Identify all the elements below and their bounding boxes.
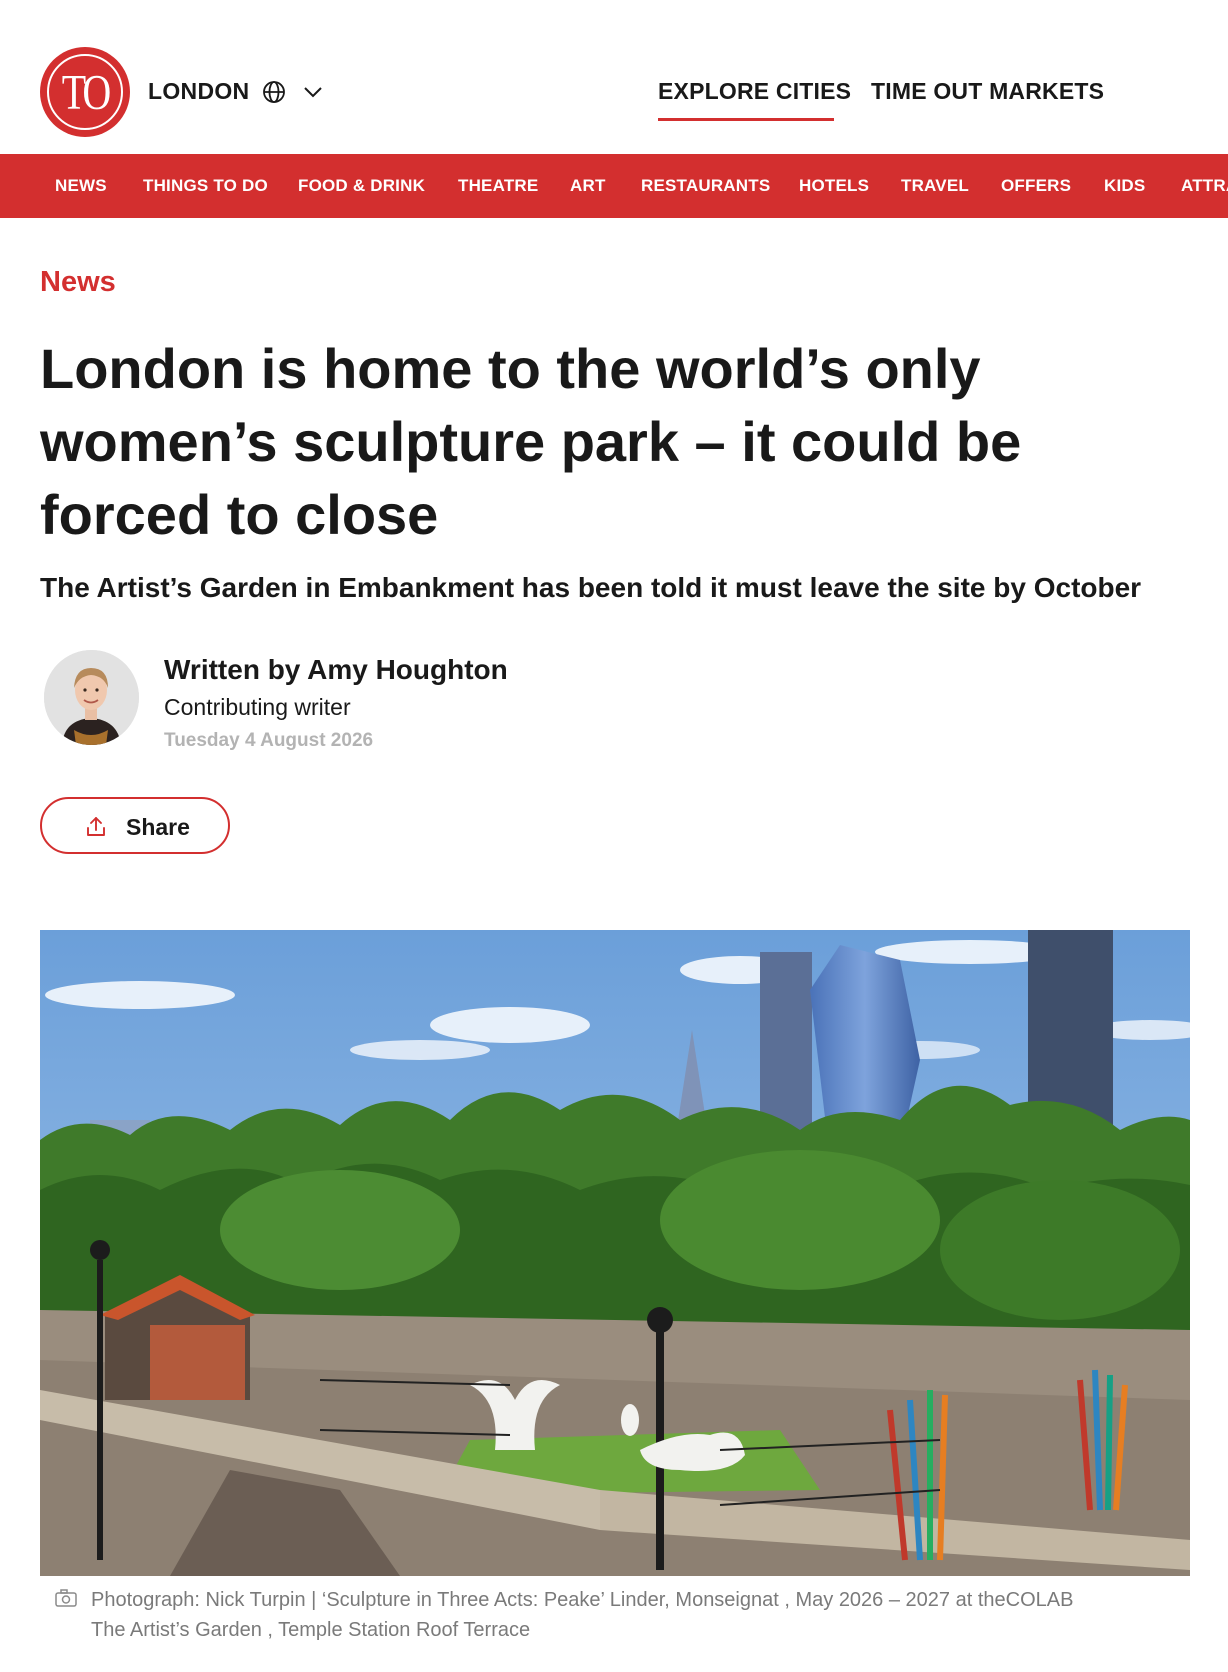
active-nav-underline — [658, 118, 834, 121]
nav-item-kids[interactable]: KIDS — [1104, 176, 1145, 196]
nav-item-food-drink[interactable]: FOOD & DRINK — [298, 176, 425, 196]
nav-time-out-markets[interactable]: TIME OUT MARKETS — [871, 78, 1104, 105]
author-role: Contributing writer — [164, 694, 351, 720]
logo-text: TO — [61, 63, 112, 120]
nav-item-attractions[interactable]: ATTRACTIONS — [1181, 176, 1228, 196]
nav-item-news[interactable]: NEWS — [55, 176, 107, 196]
share-icon — [87, 817, 105, 836]
nav-item-hotels[interactable]: HOTELS — [799, 176, 869, 196]
author-portrait — [44, 650, 139, 745]
share-button[interactable]: Share — [40, 797, 230, 854]
caption-line-1: Photograph: Nick Turpin | ‘Sculpture in … — [91, 1589, 1074, 1611]
nav-item-travel[interactable]: TRAVEL — [901, 176, 969, 196]
camera-icon — [55, 1589, 77, 1607]
section-link[interactable]: News — [40, 266, 116, 299]
author-byline[interactable]: Written by Amy Houghton — [164, 654, 508, 686]
caption-line-2: The Artist’s Garden , Temple Station Roo… — [91, 1619, 531, 1641]
author-avatar[interactable] — [44, 650, 139, 745]
publish-date: Tuesday 4 August 2026 — [164, 730, 374, 751]
photo-caption: Photograph: Nick Turpin | ‘Sculpture in … — [91, 1585, 1191, 1645]
time-out-logo[interactable]: TO — [40, 47, 130, 137]
nav-explore-cities[interactable]: EXPLORE CITIES — [658, 78, 851, 105]
globe-icon[interactable] — [262, 80, 286, 104]
hero-photo — [40, 930, 1190, 1576]
article-headline: London is home to the world’s only women… — [40, 337, 1022, 546]
nav-item-offers[interactable]: OFFERS — [1001, 176, 1071, 196]
share-label: Share — [126, 814, 190, 840]
nav-item-things-to-do[interactable]: THINGS TO DO — [143, 176, 268, 196]
chevron-down-icon[interactable] — [302, 82, 324, 102]
site-header: TO LONDON EXPLORE CITIES TIME OUT MARKET… — [0, 0, 1228, 154]
nav-item-restaurants[interactable]: RESTAURANTS — [641, 176, 770, 196]
sculpture-garden-scene — [40, 930, 1190, 1576]
category-nav: NEWS THINGS TO DO FOOD & DRINK THEATRE A… — [0, 154, 1228, 218]
city-selector-label[interactable]: LONDON — [148, 78, 249, 105]
nav-item-art[interactable]: ART — [570, 176, 606, 196]
nav-item-theatre[interactable]: THEATRE — [458, 176, 538, 196]
article-standfirst: The Artist’s Garden in Embankment has be… — [40, 572, 1142, 603]
